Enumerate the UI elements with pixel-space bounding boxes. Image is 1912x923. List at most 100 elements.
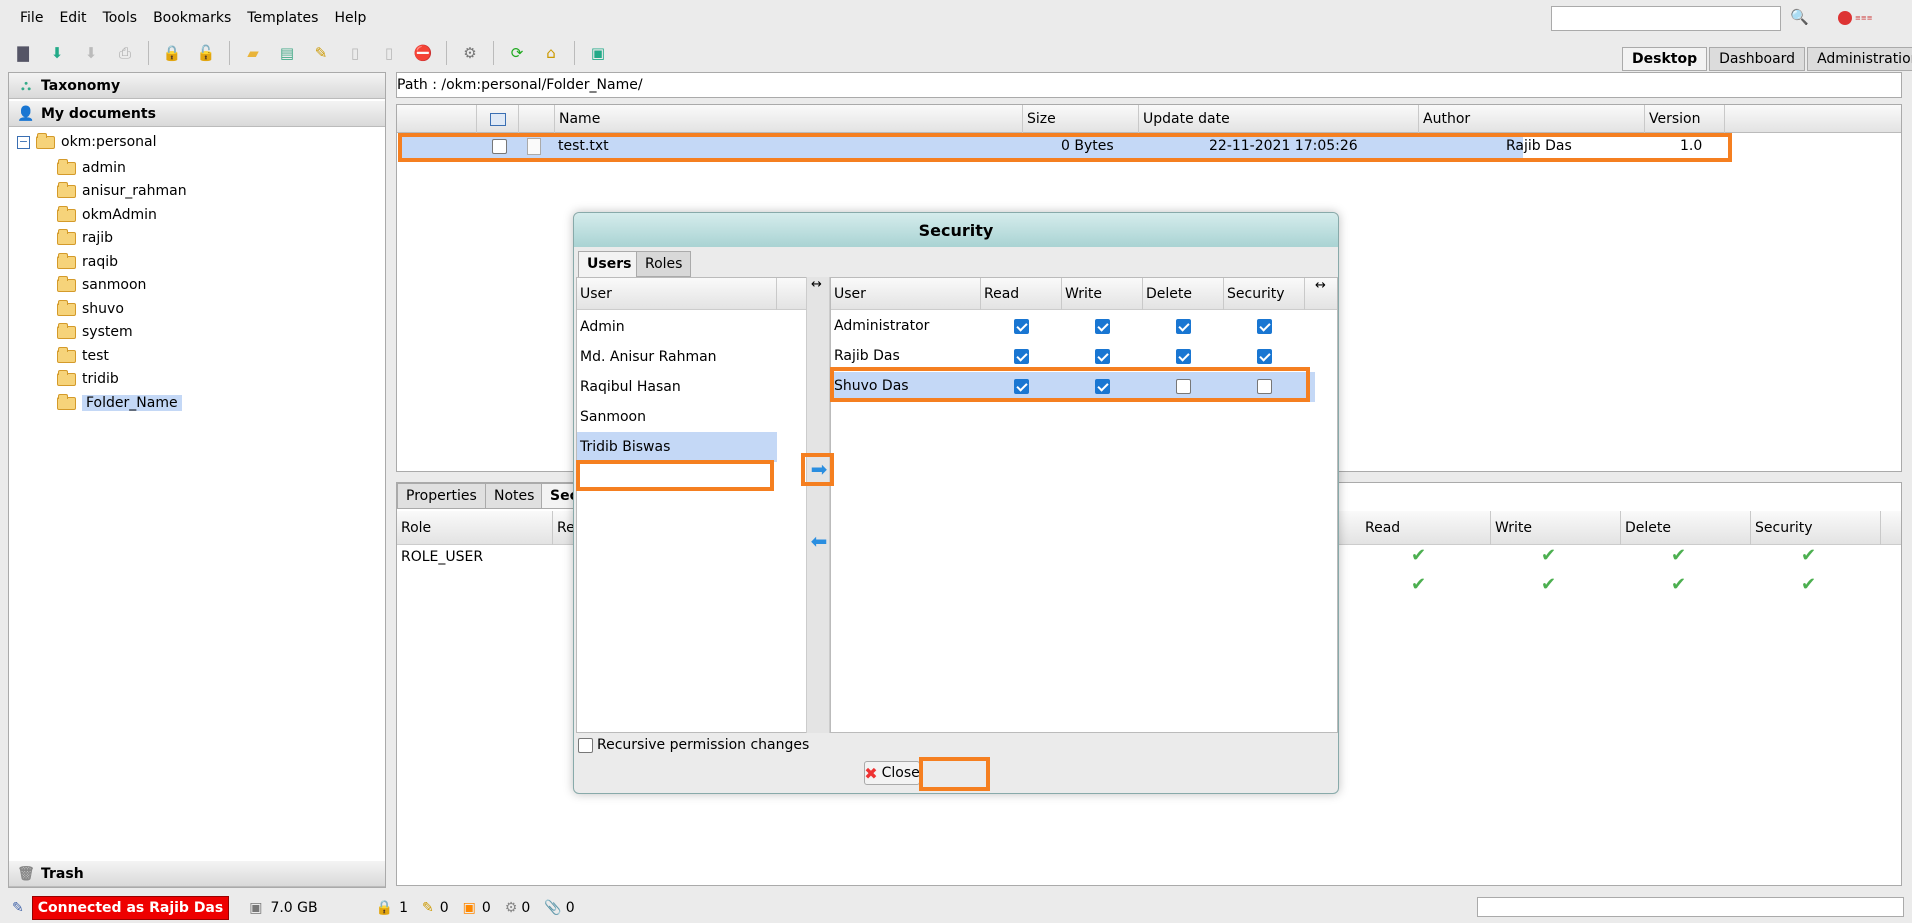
column-security[interactable]: Security: [1751, 511, 1881, 545]
security-checkbox[interactable]: [1257, 379, 1272, 394]
read-checkbox[interactable]: [1014, 379, 1029, 394]
tree-folder[interactable]: test: [57, 345, 109, 367]
delete-checkbox[interactable]: [1176, 319, 1191, 334]
column-user[interactable]: User: [577, 278, 777, 310]
table-row-selected[interactable]: Shuvo Das: [831, 372, 1315, 402]
column-update-date[interactable]: Update date: [1139, 105, 1419, 133]
home-icon[interactable]: ⌂: [540, 42, 562, 64]
gear-icon[interactable]: ⚙: [459, 42, 481, 64]
lock-icon[interactable]: 🔒: [161, 42, 183, 64]
delete-checkbox[interactable]: [1176, 349, 1191, 364]
menu-edit[interactable]: Edit: [51, 10, 94, 26]
delete-icon[interactable]: ⛔: [412, 42, 434, 64]
column-user[interactable]: User: [831, 278, 981, 310]
mail-count: 0: [481, 900, 491, 916]
column-name[interactable]: Name: [555, 105, 1023, 133]
tab-dashboard[interactable]: Dashboard: [1709, 47, 1806, 71]
security-checkbox[interactable]: [1257, 349, 1272, 364]
refresh-icon[interactable]: ⟳: [506, 42, 528, 64]
tree-folder[interactable]: anisur_rahman: [57, 180, 187, 202]
write-checkbox[interactable]: [1095, 349, 1110, 364]
tab-notes[interactable]: Notes: [485, 483, 544, 509]
recursive-option[interactable]: Recursive permission changes: [578, 737, 809, 753]
tree-folder[interactable]: tridib: [57, 368, 119, 390]
granted-header: User Read Write Delete Security ↔: [831, 278, 1337, 310]
unlock-icon[interactable]: 🔓: [195, 42, 217, 64]
row-checkbox[interactable]: [492, 139, 507, 154]
taxonomy-header[interactable]: ⛬ Taxonomy: [9, 73, 385, 99]
resize-icon[interactable]: ↔: [811, 277, 822, 292]
tab-desktop[interactable]: Desktop: [1622, 47, 1708, 71]
menu-file[interactable]: File: [12, 10, 51, 26]
scanner-icon[interactable]: ▇: [12, 42, 34, 64]
menu-tools[interactable]: Tools: [95, 10, 146, 26]
column-write[interactable]: Write: [1062, 278, 1143, 310]
toolbar-separator: [229, 41, 230, 65]
column-select-icon[interactable]: [477, 105, 519, 133]
list-item[interactable]: Admin: [577, 312, 777, 342]
tree-folder[interactable]: admin: [57, 157, 126, 179]
column-security[interactable]: Security: [1224, 278, 1305, 310]
tab-roles[interactable]: Roles: [636, 251, 692, 277]
column-delete[interactable]: Delete: [1143, 278, 1224, 310]
list-item[interactable]: Md. Anisur Rahman: [577, 342, 777, 372]
write-checkbox[interactable]: [1095, 379, 1110, 394]
path-text: Path : /okm:personal/Folder_Name/: [397, 77, 643, 93]
tree-folder-selected[interactable]: Folder_Name: [57, 392, 182, 414]
new-folder-icon[interactable]: ▰: [242, 42, 264, 64]
list-item[interactable]: Raqibul Hasan: [577, 372, 777, 402]
add-user-arrow-icon[interactable]: ➡: [809, 458, 829, 480]
write-checkbox[interactable]: [1095, 319, 1110, 334]
download-icon[interactable]: ⬇: [80, 42, 102, 64]
close-button[interactable]: ✖ Close: [864, 761, 920, 785]
column-author[interactable]: Author: [1419, 105, 1645, 133]
checkout-icon[interactable]: ▯: [378, 42, 400, 64]
remove-user-arrow-icon[interactable]: ⬅: [809, 530, 829, 552]
column-delete[interactable]: Delete: [1621, 511, 1751, 545]
security-checkbox[interactable]: [1257, 319, 1272, 334]
add-document-icon[interactable]: ⬇: [46, 42, 68, 64]
tab-properties[interactable]: Properties: [397, 483, 486, 509]
trash-header[interactable]: 🗑 Trash: [9, 861, 385, 887]
menu-bookmarks[interactable]: Bookmarks: [145, 10, 239, 26]
edit-icon[interactable]: ✎: [310, 42, 332, 64]
checkin-icon[interactable]: ▯: [344, 42, 366, 64]
dialog-title[interactable]: Security: [574, 213, 1338, 247]
column-version[interactable]: Version: [1645, 105, 1725, 133]
folder-label: raqib: [82, 254, 118, 270]
list-item[interactable]: Sanmoon: [577, 402, 777, 432]
column-write[interactable]: Write: [1491, 511, 1621, 545]
column-read[interactable]: Read: [981, 278, 1062, 310]
my-documents-header[interactable]: 👤 My documents: [9, 101, 385, 127]
print-icon[interactable]: ⎙: [114, 42, 136, 64]
search-icon[interactable]: 🔍: [1790, 8, 1810, 28]
tree-folder[interactable]: rajib: [57, 227, 113, 249]
resize-icon[interactable]: ↔: [1315, 278, 1326, 293]
search-input[interactable]: [1551, 6, 1781, 31]
tree-folder[interactable]: system: [57, 321, 133, 343]
list-item-selected[interactable]: Tridib Biswas: [577, 432, 777, 462]
new-document-icon[interactable]: ▤: [276, 42, 298, 64]
table-row[interactable]: test.txt 0 Bytes 22-11-2021 17:05:26 Raj…: [401, 135, 1572, 159]
tab-users[interactable]: Users: [578, 251, 641, 277]
table-row[interactable]: Administrator: [831, 312, 1315, 342]
fullscreen-icon[interactable]: ▣: [587, 42, 609, 64]
recursive-checkbox[interactable]: [578, 737, 593, 753]
column-role[interactable]: Role: [397, 511, 553, 545]
tree-root[interactable]: − okm:personal: [17, 131, 156, 153]
tree-folder[interactable]: raqib: [57, 251, 118, 273]
tab-administration[interactable]: Administration: [1807, 47, 1912, 71]
column-size[interactable]: Size: [1023, 105, 1139, 133]
menu-help[interactable]: Help: [326, 10, 374, 26]
tree-folder[interactable]: shuvo: [57, 298, 124, 320]
table-row[interactable]: Rajib Das: [831, 342, 1315, 372]
tree-folder[interactable]: sanmoon: [57, 274, 146, 296]
grant-user-name: Rajib Das: [834, 348, 900, 364]
read-checkbox[interactable]: [1014, 349, 1029, 364]
column-read[interactable]: Read: [1361, 511, 1491, 545]
delete-checkbox[interactable]: [1176, 379, 1191, 394]
tree-folder[interactable]: okmAdmin: [57, 204, 157, 226]
menu-templates[interactable]: Templates: [239, 10, 326, 26]
read-checkbox[interactable]: [1014, 319, 1029, 334]
collapse-icon[interactable]: −: [17, 135, 30, 149]
